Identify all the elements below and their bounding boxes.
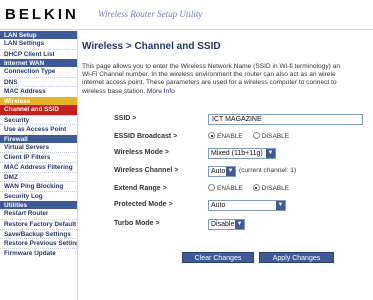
ssid-label: SSID > xyxy=(114,115,137,122)
sidebar-item-dhcp-client-list[interactable]: DHCP Client List xyxy=(0,48,77,59)
protected-mode-row: Protected Mode > Auto ▼ xyxy=(78,200,373,212)
nav-section-internet-wan: Internet WAN xyxy=(0,58,77,68)
extend-range-options: ENABLE DISABLE xyxy=(208,184,297,192)
wireless-mode-row: Wireless Mode > Mixed (11b+11g) ▼ xyxy=(78,148,373,160)
essid-broadcast-enable-radio[interactable] xyxy=(208,132,215,139)
current-channel-note: (current channel: 1) xyxy=(239,167,297,174)
chevron-down-icon: ▼ xyxy=(235,220,244,229)
turbo-mode-row: Turbo Mode > Disable ▼ xyxy=(78,219,373,231)
intro-line: wireless base station. More Info xyxy=(82,88,373,96)
sidebar-item-connection-type[interactable]: Connection Type xyxy=(0,67,77,77)
extend-range-disable-radio[interactable] xyxy=(252,184,260,191)
sidebar-item-mac-address[interactable]: MAC Address xyxy=(0,86,77,96)
main-content: Wireless > Channel and SSID This page al… xyxy=(78,30,373,300)
wireless-channel-row: Wireless Channel > Auto ▼ (current chann… xyxy=(78,166,373,178)
essid-broadcast-disable-label: DISABLE xyxy=(261,133,290,140)
extend-range-enable-label: ENABLE xyxy=(217,185,243,192)
sidebar-item-channel-and-ssid[interactable]: Channel and SSID xyxy=(0,104,77,115)
ssid-input[interactable] xyxy=(208,114,363,125)
essid-broadcast-enable-label: ENABLE xyxy=(217,133,243,140)
sidebar-item-restart-router[interactable]: Restart Router xyxy=(0,209,77,219)
sidebar-item-dmz[interactable]: DMZ xyxy=(0,171,77,182)
essid-broadcast-label: ESSID Broadcast > xyxy=(114,133,178,140)
wireless-mode-label: Wireless Mode > xyxy=(114,149,169,156)
sidebar-item-wan-ping-blocking[interactable]: WAN Ping Blocking xyxy=(0,181,77,191)
wireless-mode-select[interactable]: Mixed (11b+11g) ▼ xyxy=(208,148,276,159)
extend-range-row: Extend Range > ENABLE DISABLE xyxy=(78,184,373,196)
essid-broadcast-options: ENABLE DISABLE xyxy=(208,132,297,140)
nav-section-lan-setup: LAN Setup xyxy=(0,30,77,39)
tagline: Wireless Router Setup Utility xyxy=(98,9,203,19)
ssid-row: SSID > xyxy=(78,114,373,126)
wireless-channel-select[interactable]: Auto ▼ xyxy=(208,166,236,177)
sidebar-item-lan-settings[interactable]: LAN Settings xyxy=(0,39,77,49)
sidebar-item-save-backup-settings[interactable]: Save/Backup Settings xyxy=(0,228,77,239)
page-title: Wireless > Channel and SSID xyxy=(82,41,221,52)
sidebar-item-security[interactable]: Security xyxy=(0,114,77,125)
essid-broadcast-disable-radio[interactable] xyxy=(252,132,260,139)
sidebar-item-mac-address-filtering[interactable]: MAC Address Filtering xyxy=(0,161,77,172)
protected-mode-value: Auto xyxy=(211,202,226,209)
sidebar-item-security-log[interactable]: Security Log xyxy=(0,190,77,201)
sidebar-item-restore-previous-settings[interactable]: Restore Previous Settings xyxy=(0,238,77,248)
sidebar-item-restore-factory-default[interactable]: Restore Factory Default xyxy=(0,218,77,229)
wireless-mode-value: Mixed (11b+11g) xyxy=(211,150,263,157)
extend-range-disable-label: DISABLE xyxy=(261,185,290,192)
intro-text: This page allows you to enter the Wirele… xyxy=(82,63,373,96)
nav-section-utilities: Utilities xyxy=(0,200,77,210)
header: BELKIN Wireless Router Setup Utility xyxy=(0,0,373,30)
clear-changes-button[interactable]: Clear Changes xyxy=(182,252,254,263)
apply-changes-button[interactable]: Apply Changes xyxy=(259,252,334,263)
wireless-channel-value: Auto xyxy=(211,168,226,175)
essid-broadcast-row: ESSID Broadcast > ENABLE DISABLE xyxy=(78,132,373,144)
intro-line: This page allows you to enter the Wirele… xyxy=(82,63,340,70)
extend-range-label: Extend Range > xyxy=(114,185,167,192)
intro-line: Wi-Fi Channel number. In the wireless en… xyxy=(82,71,336,79)
chevron-down-icon: ▼ xyxy=(266,149,275,158)
intro-line: internet access point. These parameters … xyxy=(82,79,337,87)
sidebar-item-firmware-update[interactable]: Firmware Update xyxy=(0,247,77,258)
sidebar-nav: LAN Setup LAN Settings DHCP Client List … xyxy=(0,30,78,300)
nav-section-firewall: Firewall xyxy=(0,133,77,143)
more-info-link[interactable]: More Info xyxy=(147,88,175,95)
turbo-mode-label: Turbo Mode > xyxy=(114,220,160,227)
turbo-mode-select[interactable]: Disable ▼ xyxy=(208,219,245,230)
chevron-down-icon: ▼ xyxy=(226,167,235,176)
extend-range-enable-radio[interactable] xyxy=(208,184,215,191)
intro-line-last: wireless base station. xyxy=(82,87,146,95)
sidebar-item-client-ip-filters[interactable]: Client IP Filters xyxy=(0,152,77,162)
nav-section-wireless: Wireless xyxy=(0,95,77,105)
protected-mode-select[interactable]: Auto ▼ xyxy=(208,200,286,211)
chevron-down-icon: ▼ xyxy=(276,201,285,210)
protected-mode-label: Protected Mode > xyxy=(114,201,173,208)
sidebar-item-virtual-servers[interactable]: Virtual Servers xyxy=(0,143,77,153)
wireless-channel-label: Wireless Channel > xyxy=(114,167,179,174)
brand-logo: BELKIN xyxy=(5,6,79,23)
sidebar-item-dns[interactable]: DNS xyxy=(0,76,77,87)
sidebar-item-use-as-access-point[interactable]: Use as Access Point xyxy=(0,124,77,134)
turbo-mode-value: Disable xyxy=(211,221,235,228)
